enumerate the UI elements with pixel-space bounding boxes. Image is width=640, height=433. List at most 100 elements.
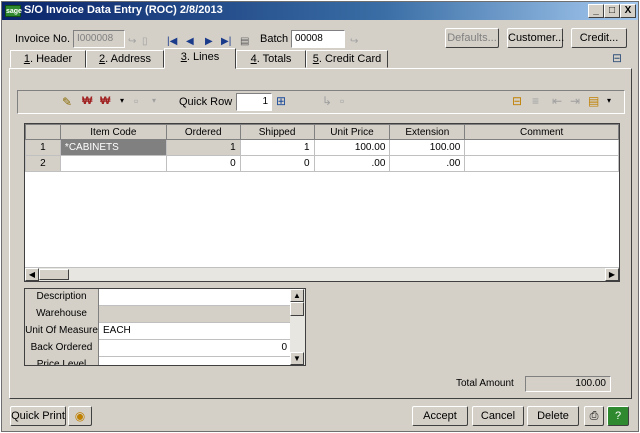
scroll-thumb[interactable] <box>290 302 304 316</box>
item-code-cell[interactable] <box>59 155 167 172</box>
batch-label: Batch <box>260 33 289 45</box>
customer-button[interactable]: Customer... <box>507 28 564 48</box>
row-number[interactable]: 1 <box>25 139 61 156</box>
indent-right-icon[interactable]: ⇥ <box>570 94 580 108</box>
total-amount-value: 100.00 <box>525 376 611 392</box>
detail-value[interactable]: 0 <box>103 340 287 357</box>
indent-left-icon[interactable]: ⇤ <box>552 94 562 108</box>
help-icon[interactable]: ? <box>607 406 629 426</box>
delete-row-icon[interactable]: ▫ <box>340 94 344 108</box>
column-header-extension[interactable]: Extension <box>389 124 466 140</box>
row-number-header <box>25 124 61 140</box>
last-record-icon[interactable]: ▶| <box>221 36 231 47</box>
print-icon[interactable]: ⎙ <box>584 406 604 426</box>
scroll-left-icon[interactable]: ◀ <box>25 268 39 281</box>
window-title: S/O Invoice Data Entry (ROC) 2/8/2013 <box>24 4 223 16</box>
chevron-down-icon[interactable]: ▾ <box>152 96 156 105</box>
quick-row-field[interactable]: 1 <box>236 93 272 111</box>
binoculars-icon[interactable]: ₩ <box>82 95 92 107</box>
unit-price-cell[interactable]: .00 <box>313 155 391 172</box>
column-header-shipped[interactable]: Shipped <box>239 124 315 140</box>
first-record-icon[interactable]: |◀ <box>167 36 177 47</box>
column-header-unit-price[interactable]: Unit Price <box>313 124 391 140</box>
ordered-cell[interactable]: 1 <box>165 139 241 156</box>
unit-price-cell[interactable]: 100.00 <box>313 139 391 156</box>
detail-row-description[interactable]: Description <box>25 289 291 306</box>
chevron-down-icon[interactable]: ▾ <box>607 96 611 105</box>
table-row[interactable]: 2 0 0 .00 .00 <box>25 155 619 172</box>
binoculars-next-icon[interactable]: ₩ <box>100 95 110 107</box>
scroll-thumb[interactable] <box>39 269 69 280</box>
sage-app-icon: sage <box>5 5 22 17</box>
chevron-down-icon[interactable]: ▾ <box>120 96 124 105</box>
scroll-right-icon[interactable]: ▶ <box>605 268 619 281</box>
detail-value[interactable] <box>103 289 287 306</box>
invoice-no-field[interactable]: I000008 <box>73 30 125 48</box>
title-bar: sage S/O Invoice Data Entry (ROC) 2/8/20… <box>2 2 638 20</box>
next-record-icon[interactable]: ▶ <box>205 36 213 47</box>
detail-label: Back Ordered <box>25 340 99 357</box>
horizontal-scrollbar[interactable]: ◀ ▶ <box>25 267 619 281</box>
detail-row-unit-of-measure[interactable]: Unit Of Measure EACH <box>25 323 291 340</box>
extension-cell[interactable]: .00 <box>389 155 466 172</box>
column-header-comment[interactable]: Comment <box>464 124 619 140</box>
scroll-down-icon[interactable]: ▼ <box>290 352 304 365</box>
invoice-no-label: Invoice No. <box>15 33 71 45</box>
ordered-cell[interactable]: 0 <box>165 155 241 172</box>
defaults-button[interactable]: Defaults... <box>445 28 499 48</box>
item-code-cell[interactable]: *CABINETS <box>59 139 167 156</box>
tab-credit-card[interactable]: 5. Credit Card <box>306 50 388 68</box>
detail-label: Description <box>25 289 99 306</box>
tab-address[interactable]: 2. Address <box>86 50 164 68</box>
lines-table: Item Code Ordered Shipped Unit Price Ext… <box>25 124 619 172</box>
shipped-cell[interactable]: 0 <box>239 155 315 172</box>
delete-button[interactable]: Delete <box>527 406 579 426</box>
accept-button[interactable]: Accept <box>412 406 468 426</box>
tab-totals[interactable]: 4. Totals <box>236 50 306 68</box>
lookup-icon[interactable]: ↪ <box>128 36 136 47</box>
detail-value[interactable]: EACH <box>103 323 287 340</box>
detail-row-warehouse[interactable]: Warehouse <box>25 306 291 323</box>
cancel-button[interactable]: Cancel <box>472 406 524 426</box>
blank-icon[interactable]: ▫ <box>134 94 138 108</box>
tab-header[interactable]: 1. Header <box>10 50 86 68</box>
tab-lines[interactable]: 3. Lines <box>164 48 236 69</box>
new-doc-icon[interactable]: ▯ <box>142 36 148 47</box>
paperless-office-icon[interactable]: ◉ <box>68 406 92 426</box>
notes-icon[interactable]: ≡ <box>532 94 539 108</box>
comment-cell[interactable] <box>464 155 619 172</box>
detail-value[interactable] <box>103 306 287 323</box>
list-icon[interactable]: ▤ <box>240 36 249 47</box>
detail-row-price-level[interactable]: Price Level <box>25 357 291 365</box>
comment-cell[interactable] <box>464 139 619 156</box>
detail-label: Unit Of Measure <box>25 323 99 340</box>
shipped-cell[interactable]: 1 <box>239 139 315 156</box>
extension-cell[interactable]: 100.00 <box>389 139 466 156</box>
detail-label: Warehouse <box>25 306 99 323</box>
detail-row-back-ordered[interactable]: Back Ordered 0 <box>25 340 291 357</box>
scroll-up-icon[interactable]: ▲ <box>290 289 304 302</box>
grid-icon[interactable]: ⊞ <box>276 94 286 108</box>
column-header-ordered[interactable]: Ordered <box>165 124 241 140</box>
credit-button[interactable]: Credit... <box>571 28 627 48</box>
previous-record-icon[interactable]: ◀ <box>186 36 194 47</box>
customize-icon[interactable]: ⊟ <box>512 94 522 108</box>
batch-lookup-icon[interactable]: ↪ <box>350 36 358 47</box>
detail-label: Price Level <box>25 357 99 365</box>
detail-value[interactable] <box>103 357 287 365</box>
maximize-button[interactable]: □ <box>604 4 620 18</box>
quick-print-button[interactable]: Quick Print <box>10 406 66 426</box>
total-amount-label: Total Amount <box>456 378 514 389</box>
printer-setup-icon[interactable]: ⊟ <box>612 51 622 65</box>
vertical-scrollbar[interactable]: ▲ ▼ <box>290 289 305 365</box>
settings-icon[interactable]: ▤ <box>588 94 599 108</box>
close-button[interactable]: X <box>620 4 636 18</box>
table-row[interactable]: 1 *CABINETS 1 1 100.00 100.00 <box>25 139 619 156</box>
column-header-item-code[interactable]: Item Code <box>59 124 167 140</box>
batch-field[interactable]: 00008 <box>291 30 345 48</box>
insert-row-icon[interactable]: ↳ <box>322 94 332 108</box>
minimize-button[interactable]: _ <box>588 4 604 18</box>
invoice-window: sage S/O Invoice Data Entry (ROC) 2/8/20… <box>1 1 639 432</box>
row-number[interactable]: 2 <box>25 155 61 172</box>
pencil-icon[interactable]: ✎ <box>62 95 72 109</box>
